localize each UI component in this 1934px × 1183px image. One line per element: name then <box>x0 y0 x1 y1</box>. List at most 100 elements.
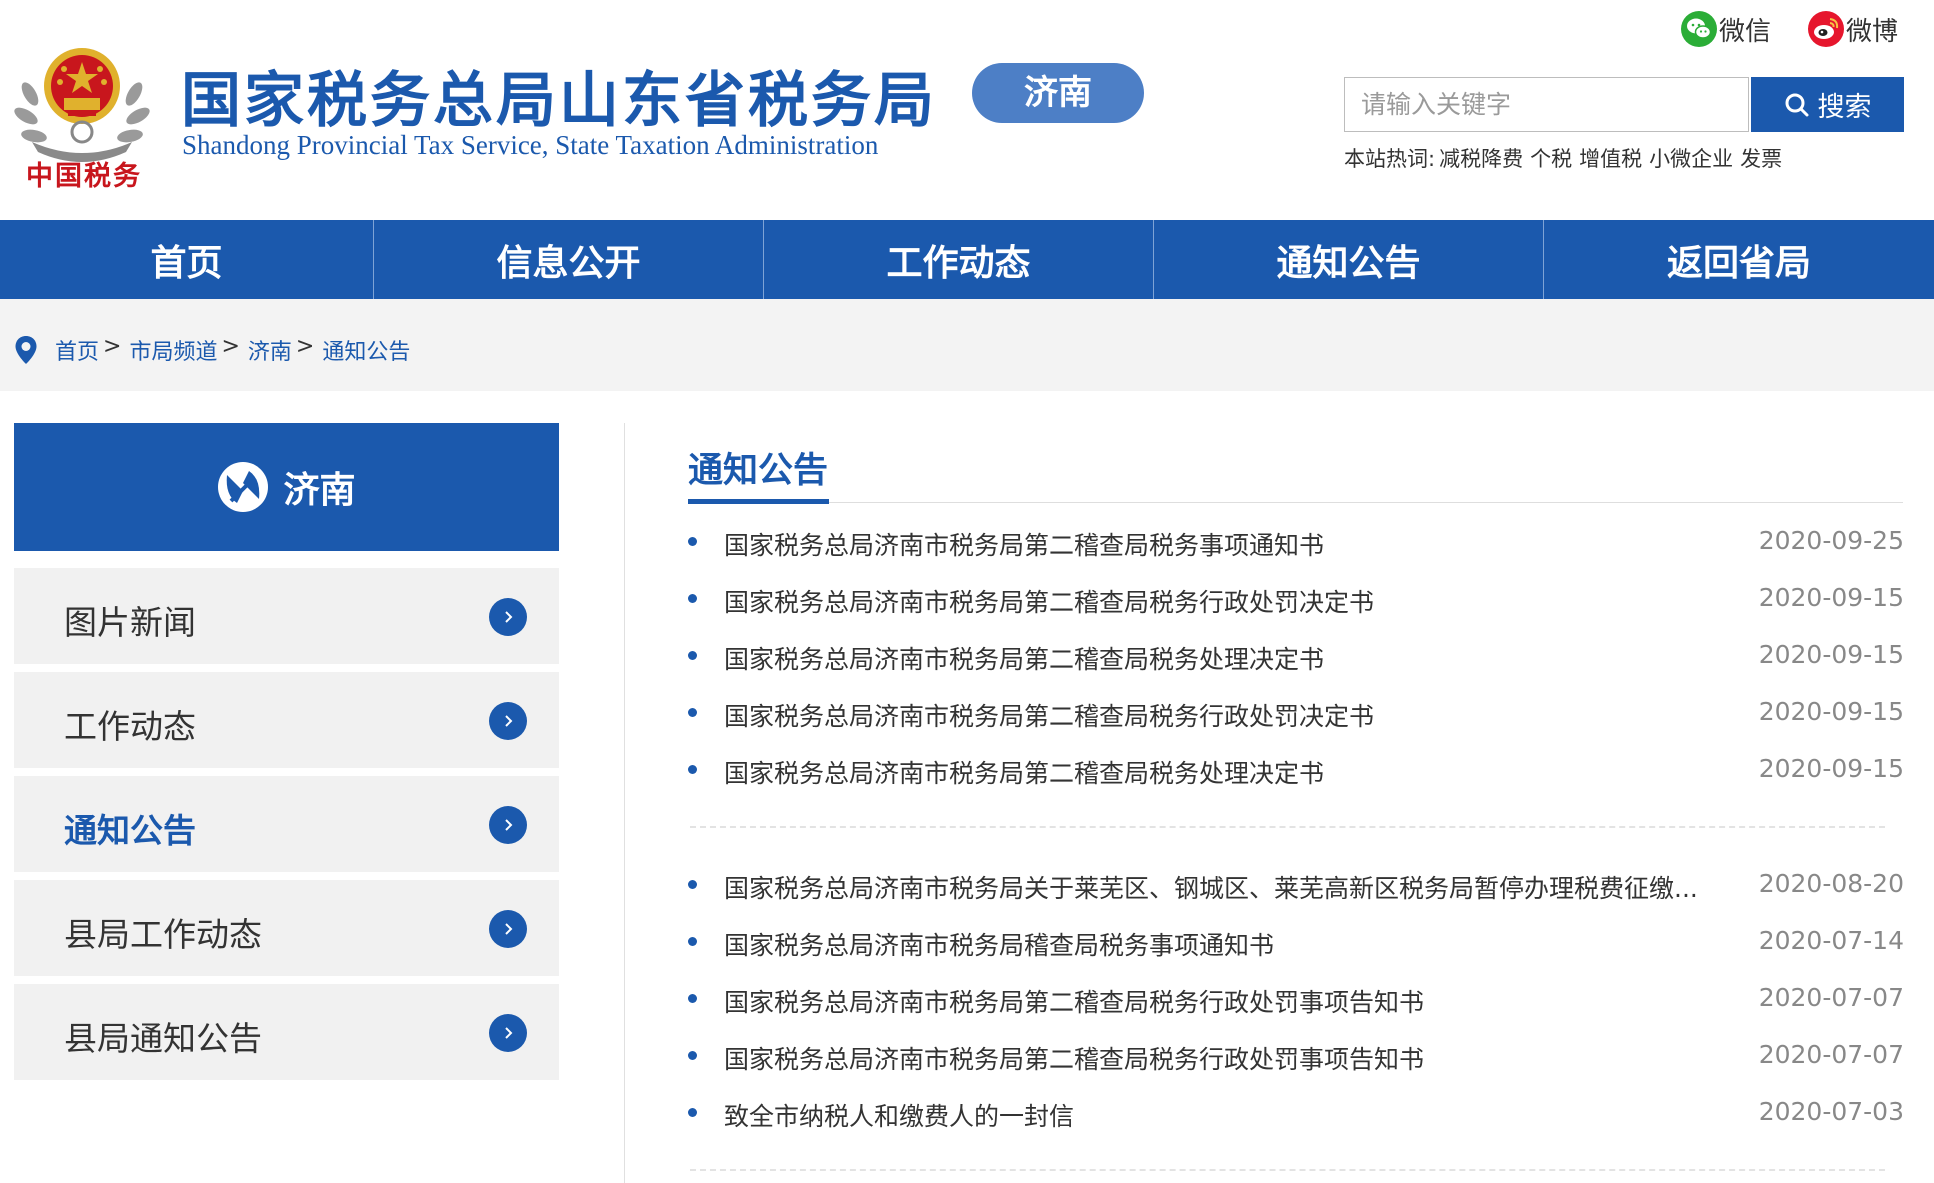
section-title: 通知公告 <box>688 451 829 491</box>
nav-item-info-disclosure[interactable]: 信息公开 <box>373 220 763 299</box>
breadcrumb-link-jinan[interactable]: 济南 <box>248 334 292 366</box>
notice-date: 2020-09-15 <box>1758 583 1904 612</box>
sidebar-item-label: 图片新闻 <box>64 603 196 642</box>
notice-list-item[interactable]: 国家税务总局济南市税务局关于莱芜区、钢城区、莱芜高新区税务局暂停办理税费征缴..… <box>688 865 1904 905</box>
nav-item-home[interactable]: 首页 <box>0 220 373 299</box>
section-divider <box>829 502 1903 503</box>
breadcrumb-current[interactable]: 通知公告 <box>322 334 410 366</box>
city-badge[interactable]: 济南 <box>972 63 1144 123</box>
notice-date: 2020-09-15 <box>1758 697 1904 726</box>
section-title-underline <box>688 499 829 504</box>
chevron-right-icon <box>489 1014 527 1052</box>
notice-list-item[interactable]: 国家税务总局济南市税务局第二稽查局税务处理决定书 2020-09-15 <box>688 636 1904 676</box>
notice-title[interactable]: 国家税务总局济南市税务局第二稽查局税务处理决定书 <box>724 754 1724 790</box>
sidebar-item-photo-news[interactable]: 图片新闻 <box>14 568 559 664</box>
wechat-icon <box>1681 11 1717 47</box>
notice-title[interactable]: 国家税务总局济南市税务局第二稽查局税务行政处罚决定书 <box>724 697 1724 733</box>
sidebar-item-label: 通知公告 <box>64 811 196 850</box>
hot-word[interactable]: 发票 <box>1740 143 1782 173</box>
search-icon <box>1785 93 1808 116</box>
bullet-dot <box>688 937 697 946</box>
notice-title[interactable]: 致全市纳税人和缴费人的一封信 <box>724 1097 1724 1133</box>
search-input[interactable] <box>1344 77 1749 132</box>
hot-word[interactable]: 个税 <box>1530 143 1572 173</box>
bullet-dot <box>688 880 697 889</box>
notice-list-item[interactable]: 国家税务总局济南市税务局第二稽查局税务行政处罚事项告知书 2020-07-07 <box>688 1036 1904 1076</box>
bullet-dot <box>688 594 697 603</box>
notice-list-item[interactable]: 国家税务总局济南市税务局第二稽查局税务处理决定书 2020-09-15 <box>688 750 1904 790</box>
wechat-label: 微信 <box>1719 16 1772 47</box>
notice-title[interactable]: 国家税务总局济南市税务局第二稽查局税务行政处罚决定书 <box>724 583 1724 619</box>
notice-title[interactable]: 国家税务总局济南市税务局第二稽查局税务行政处罚事项告知书 <box>724 1040 1724 1076</box>
emblem-caption: 中国税务 <box>26 161 142 192</box>
search-button-label: 搜索 <box>1817 92 1872 123</box>
site-title-english: Shandong Provincial Tax Service, State T… <box>182 130 879 160</box>
column-divider <box>624 423 625 1183</box>
sidebar-title: 济南 <box>283 470 356 511</box>
bullet-dot <box>688 1051 697 1060</box>
sidebar-item-label: 工作动态 <box>64 707 196 746</box>
sidebar-item-label: 县局工作动态 <box>64 915 262 954</box>
notice-list-item[interactable]: 国家税务总局济南市税务局第二稽查局税务行政处罚决定书 2020-09-15 <box>688 693 1904 733</box>
weibo-link[interactable]: 微博 <box>1808 11 1899 47</box>
nav-item-back-to-province[interactable]: 返回省局 <box>1543 220 1934 299</box>
main-nav: 首页 信息公开 工作动态 通知公告 返回省局 <box>0 220 1934 299</box>
notice-date: 2020-07-07 <box>1758 983 1904 1012</box>
notice-list-item[interactable]: 国家税务总局济南市税务局稽查局税务事项通知书 2020-07-14 <box>688 922 1904 962</box>
breadcrumb-separator: > <box>221 334 240 359</box>
breadcrumb-separator: > <box>103 334 122 359</box>
bullet-dot <box>688 765 697 774</box>
sidebar-header: 济南 <box>14 423 559 551</box>
chevron-right-icon <box>489 702 527 740</box>
notice-date: 2020-07-07 <box>1758 1040 1904 1069</box>
breadcrumb-link-city-channel[interactable]: 市局频道 <box>129 334 217 366</box>
page: 中国税务 国家税务总局山东省税务局 Shandong Provincial Ta… <box>0 0 1934 1183</box>
notice-title[interactable]: 国家税务总局济南市税务局第二稽查局税务处理决定书 <box>724 640 1724 676</box>
chevron-right-icon <box>489 598 527 636</box>
group-separator <box>690 826 1885 828</box>
notice-list-item[interactable]: 致全市纳税人和缴费人的一封信 2020-07-03 <box>688 1093 1904 1133</box>
notice-date: 2020-09-15 <box>1758 640 1904 669</box>
wechat-link[interactable]: 微信 <box>1681 11 1772 47</box>
sidebar-item-notices[interactable]: 通知公告 <box>14 776 559 872</box>
breadcrumb-bar: 首页 > 市局频道 > 济南 > 通知公告 <box>0 299 1934 391</box>
sidebar-item-county-work-news[interactable]: 县局工作动态 <box>14 880 559 976</box>
breadcrumb-link-home[interactable]: 首页 <box>55 334 99 366</box>
group-separator <box>690 1169 1885 1171</box>
weibo-label: 微博 <box>1846 16 1899 47</box>
breadcrumb: 首页 > 市局频道 > 济南 > 通知公告 <box>55 334 410 366</box>
location-pin-icon <box>15 336 37 364</box>
city-logo-icon <box>218 462 269 512</box>
bullet-dot <box>688 537 697 546</box>
notice-list-item[interactable]: 国家税务总局济南市税务局第二稽查局税务行政处罚事项告知书 2020-07-07 <box>688 979 1904 1019</box>
search-button[interactable]: 搜索 <box>1751 77 1904 132</box>
hot-words: 本站热词: 减税降费 个税 增值税 小微企业 发票 <box>1344 143 1789 173</box>
notice-date: 2020-08-20 <box>1758 869 1904 898</box>
nav-item-work-news[interactable]: 工作动态 <box>763 220 1153 299</box>
nav-item-notices[interactable]: 通知公告 <box>1153 220 1543 299</box>
bullet-dot <box>688 651 697 660</box>
notice-date: 2020-09-15 <box>1758 754 1904 783</box>
sidebar-item-label: 县局通知公告 <box>64 1019 262 1058</box>
notice-date: 2020-07-03 <box>1758 1097 1904 1126</box>
notice-title[interactable]: 国家税务总局济南市税务局关于莱芜区、钢城区、莱芜高新区税务局暂停办理税费征缴..… <box>724 869 1724 905</box>
bullet-dot <box>688 708 697 717</box>
bullet-dot <box>688 994 697 1003</box>
sidebar-item-county-notices[interactable]: 县局通知公告 <box>14 984 559 1080</box>
notice-date: 2020-09-25 <box>1758 526 1904 555</box>
chevron-right-icon <box>489 910 527 948</box>
site-title: 国家税务总局山东省税务局 <box>181 66 937 136</box>
hot-word[interactable]: 增值税 <box>1579 143 1642 173</box>
notice-title[interactable]: 国家税务总局济南市税务局第二稽查局税务事项通知书 <box>724 526 1724 562</box>
notice-title[interactable]: 国家税务总局济南市税务局稽查局税务事项通知书 <box>724 926 1724 962</box>
weibo-icon <box>1808 11 1844 47</box>
notice-title[interactable]: 国家税务总局济南市税务局第二稽查局税务行政处罚事项告知书 <box>724 983 1724 1019</box>
notice-date: 2020-07-14 <box>1758 926 1904 955</box>
hot-word[interactable]: 减税降费 <box>1439 143 1523 173</box>
site-header: 中国税务 国家税务总局山东省税务局 Shandong Provincial Ta… <box>0 0 1934 220</box>
hot-word[interactable]: 小微企业 <box>1649 143 1733 173</box>
sidebar-item-work-news[interactable]: 工作动态 <box>14 672 559 768</box>
notice-list-item[interactable]: 国家税务总局济南市税务局第二稽查局税务事项通知书 2020-09-25 <box>688 522 1904 562</box>
bullet-dot <box>688 1108 697 1117</box>
notice-list-item[interactable]: 国家税务总局济南市税务局第二稽查局税务行政处罚决定书 2020-09-15 <box>688 579 1904 619</box>
